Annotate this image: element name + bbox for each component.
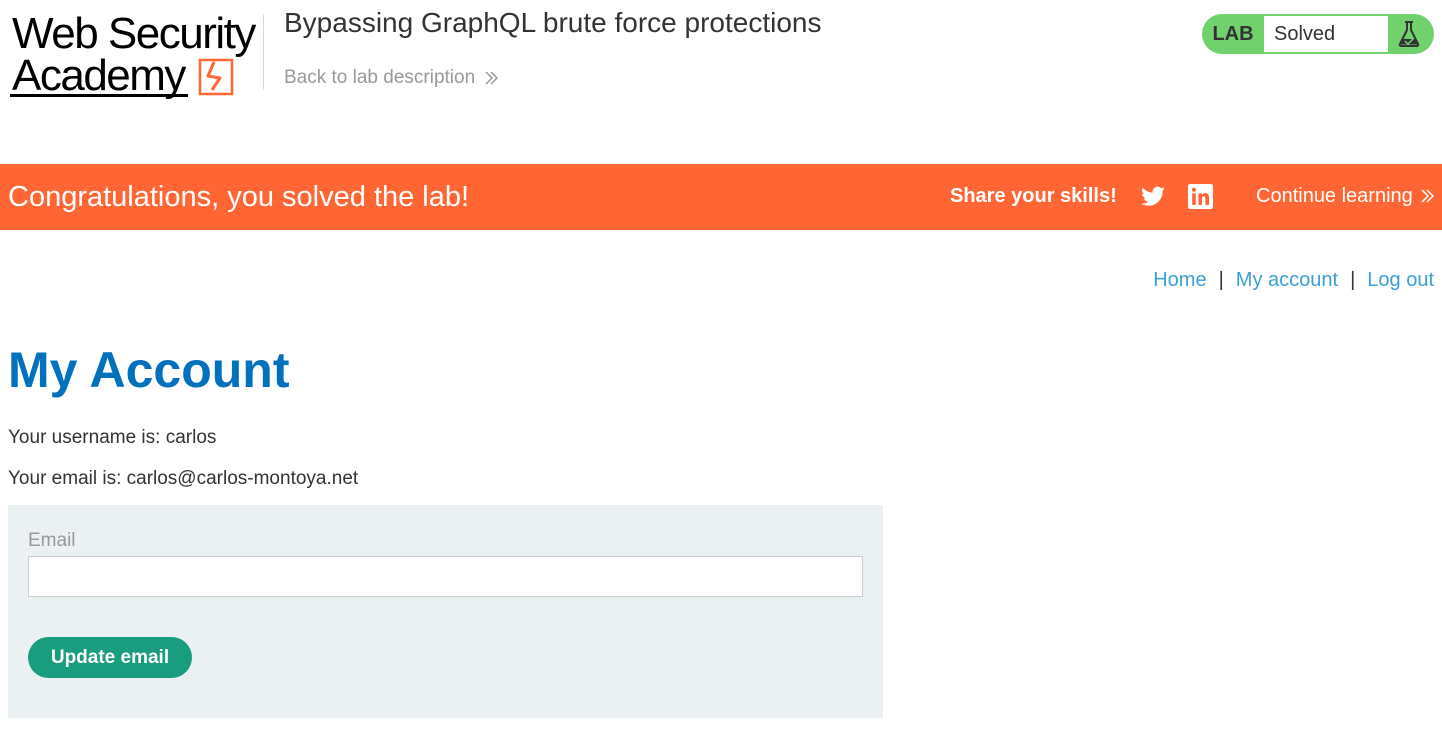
logo-text-line2: Academy bbox=[12, 51, 186, 100]
web-security-academy-logo[interactable]: Web Security Academy bbox=[8, 10, 260, 102]
lab-status-badge: LAB Solved bbox=[1202, 14, 1434, 54]
logo-lightning-icon bbox=[198, 58, 234, 96]
lab-status-value: Solved bbox=[1264, 16, 1388, 52]
username-info: Your username is: carlos bbox=[8, 427, 217, 448]
page-title: My Account bbox=[8, 342, 290, 398]
continue-learning-link[interactable]: Continue learning bbox=[1256, 184, 1435, 208]
back-link-label: Back to lab description bbox=[284, 67, 476, 88]
double-chevron-right-icon bbox=[485, 71, 499, 85]
change-email-form: Email Update email bbox=[8, 505, 883, 718]
header: Web Security Academy Bypassing GraphQL b… bbox=[0, 0, 1442, 164]
nav-separator: | bbox=[1350, 269, 1356, 291]
email-input[interactable] bbox=[28, 556, 863, 597]
nav-separator: | bbox=[1218, 269, 1224, 291]
back-to-lab-description-link[interactable]: Back to lab description bbox=[284, 66, 499, 90]
lab-status-tag: LAB bbox=[1212, 23, 1254, 45]
email-info: Your email is: carlos@carlos-montoya.net bbox=[8, 468, 359, 489]
nav-log-out-link[interactable]: Log out bbox=[1367, 267, 1434, 293]
update-email-button[interactable]: Update email bbox=[28, 637, 192, 678]
flask-icon bbox=[1398, 21, 1420, 47]
lab-title: Bypassing GraphQL brute force protection… bbox=[284, 7, 822, 38]
logo-underline bbox=[10, 94, 188, 97]
linkedin-icon[interactable] bbox=[1188, 184, 1213, 209]
nav-my-account-link[interactable]: My account bbox=[1236, 267, 1338, 293]
solved-banner: Congratulations, you solved the lab! Sha… bbox=[0, 164, 1442, 230]
congratulations-message: Congratulations, you solved the lab! bbox=[8, 181, 470, 213]
double-chevron-right-icon bbox=[1421, 189, 1434, 203]
email-label: Email bbox=[28, 530, 76, 551]
logo-divider bbox=[263, 14, 264, 90]
continue-learning-label: Continue learning bbox=[1256, 185, 1413, 207]
share-skills-label: Share your skills! bbox=[950, 185, 1117, 207]
top-navigation: Home | My account | Log out bbox=[1153, 267, 1434, 293]
twitter-icon[interactable] bbox=[1140, 184, 1166, 210]
nav-home-link[interactable]: Home bbox=[1153, 267, 1206, 293]
